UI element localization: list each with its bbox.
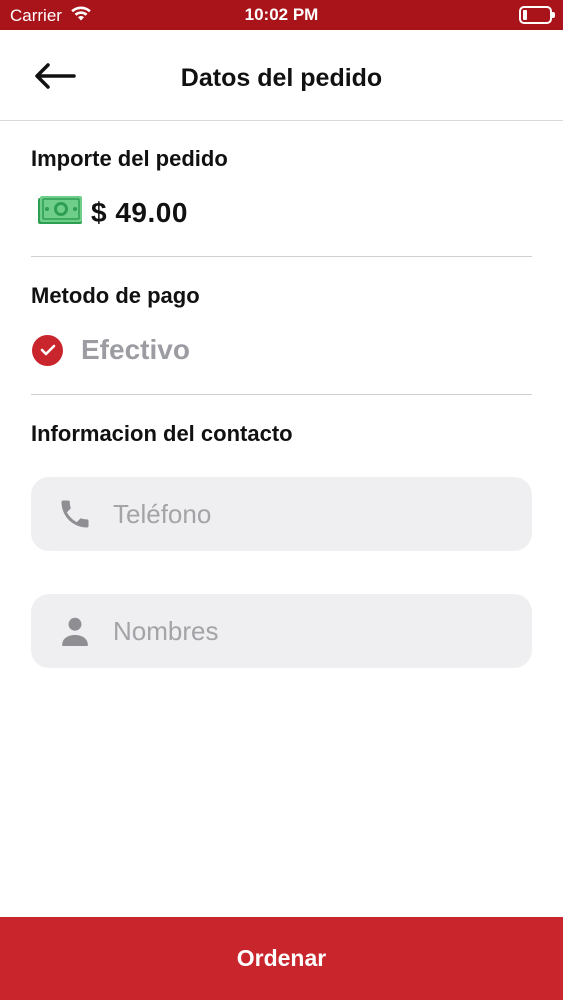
battery-icon: [519, 6, 555, 24]
page-title: Datos del pedido: [180, 64, 383, 92]
payment-section: Metodo de pago: [31, 283, 532, 309]
divider: [31, 394, 532, 395]
battery-level: [523, 10, 527, 20]
order-amount-section: Importe del pedido: [31, 146, 532, 172]
payment-title: Metodo de pago: [31, 283, 200, 308]
phone-input[interactable]: [113, 477, 532, 551]
status-bar: Carrier 10:02 PM: [0, 0, 563, 30]
payment-option-cash[interactable]: Efectivo: [32, 334, 190, 366]
payment-method-label: Efectivo: [81, 334, 190, 365]
order-amount-value: $ 49.00: [91, 196, 188, 228]
order-button[interactable]: Ordenar: [0, 917, 563, 1000]
check-circle-icon: [32, 334, 63, 366]
name-input[interactable]: [113, 594, 532, 668]
contact-title: Informacion del contacto: [31, 421, 293, 446]
order-amount-row: $ 49.00: [37, 193, 188, 232]
status-time: 10:02 PM: [244, 5, 319, 24]
name-field[interactable]: [31, 594, 532, 668]
person-icon: [31, 613, 113, 649]
divider: [31, 256, 532, 257]
phone-field[interactable]: [31, 477, 532, 551]
money-bill-icon: [37, 193, 83, 232]
contact-section: Informacion del contacto: [31, 421, 532, 447]
order-amount-title: Importe del pedido: [31, 146, 228, 171]
phone-icon: [31, 496, 113, 532]
navigation-bar: Datos del pedido: [0, 30, 563, 121]
order-details-screen: Carrier 10:02 PM Datos del pedido Import…: [0, 0, 563, 1000]
